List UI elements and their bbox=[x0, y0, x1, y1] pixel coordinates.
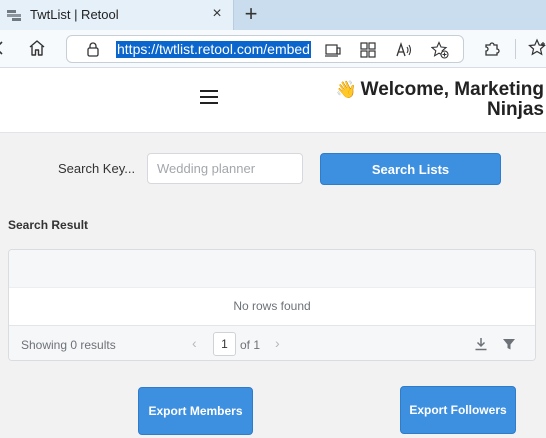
favorites-icon[interactable] bbox=[528, 38, 546, 58]
browser-tab[interactable]: TwtList | Retool × bbox=[0, 0, 234, 30]
results-count: Showing 0 results bbox=[21, 338, 116, 352]
current-page-input[interactable]: 1 bbox=[213, 332, 236, 356]
empty-message: No rows found bbox=[233, 299, 311, 313]
apps-icon[interactable] bbox=[359, 41, 377, 59]
address-bar[interactable]: https://twtlist.retool.com/embed bbox=[66, 35, 464, 63]
table-header-row bbox=[9, 250, 535, 288]
filter-icon[interactable] bbox=[501, 336, 517, 352]
search-key-label: Search Key... bbox=[58, 161, 136, 176]
table-footer: Showing 0 results ‹ 1 of 1 › bbox=[9, 325, 535, 360]
url-text[interactable]: https://twtlist.retool.com/embed bbox=[116, 41, 311, 58]
export-followers-button[interactable]: Export Followers bbox=[400, 386, 516, 434]
previous-page-icon[interactable]: ‹ bbox=[192, 335, 197, 351]
tab-close-icon[interactable]: × bbox=[208, 5, 226, 23]
welcome-text: Welcome, Marketing Ninjas bbox=[360, 79, 544, 120]
search-lists-button[interactable]: Search Lists bbox=[320, 153, 501, 185]
lock-icon[interactable] bbox=[85, 41, 101, 57]
reader-view-icon[interactable] bbox=[324, 41, 342, 59]
browser-tab-bar: TwtList | Retool × + bbox=[0, 0, 546, 30]
read-aloud-icon[interactable] bbox=[395, 41, 413, 59]
results-table: No rows found Showing 0 results ‹ 1 of 1… bbox=[8, 249, 536, 361]
export-members-button[interactable]: Export Members bbox=[138, 387, 253, 435]
next-page-icon[interactable]: › bbox=[275, 335, 280, 351]
download-icon[interactable] bbox=[473, 336, 489, 352]
home-icon[interactable] bbox=[27, 38, 47, 58]
new-tab-icon[interactable]: + bbox=[241, 3, 261, 25]
browser-toolbar: https://twtlist.retool.com/embed bbox=[0, 30, 546, 68]
total-pages-label: of 1 bbox=[240, 338, 261, 352]
tab-title: TwtList | Retool bbox=[30, 7, 119, 22]
search-key-input[interactable] bbox=[147, 153, 303, 184]
hamburger-menu-icon[interactable] bbox=[200, 90, 218, 106]
welcome-heading: 👋 Welcome, Marketing Ninjas bbox=[314, 80, 544, 120]
back-icon[interactable] bbox=[0, 38, 10, 58]
app-header: 👋 Welcome, Marketing Ninjas bbox=[0, 68, 546, 133]
toolbar-divider bbox=[515, 39, 516, 59]
waving-hand-icon: 👋 bbox=[335, 80, 357, 99]
favorite-add-icon[interactable] bbox=[431, 41, 449, 59]
extensions-icon[interactable] bbox=[482, 38, 502, 58]
retool-favicon-icon bbox=[7, 10, 21, 21]
search-result-title: Search Result bbox=[8, 218, 89, 232]
